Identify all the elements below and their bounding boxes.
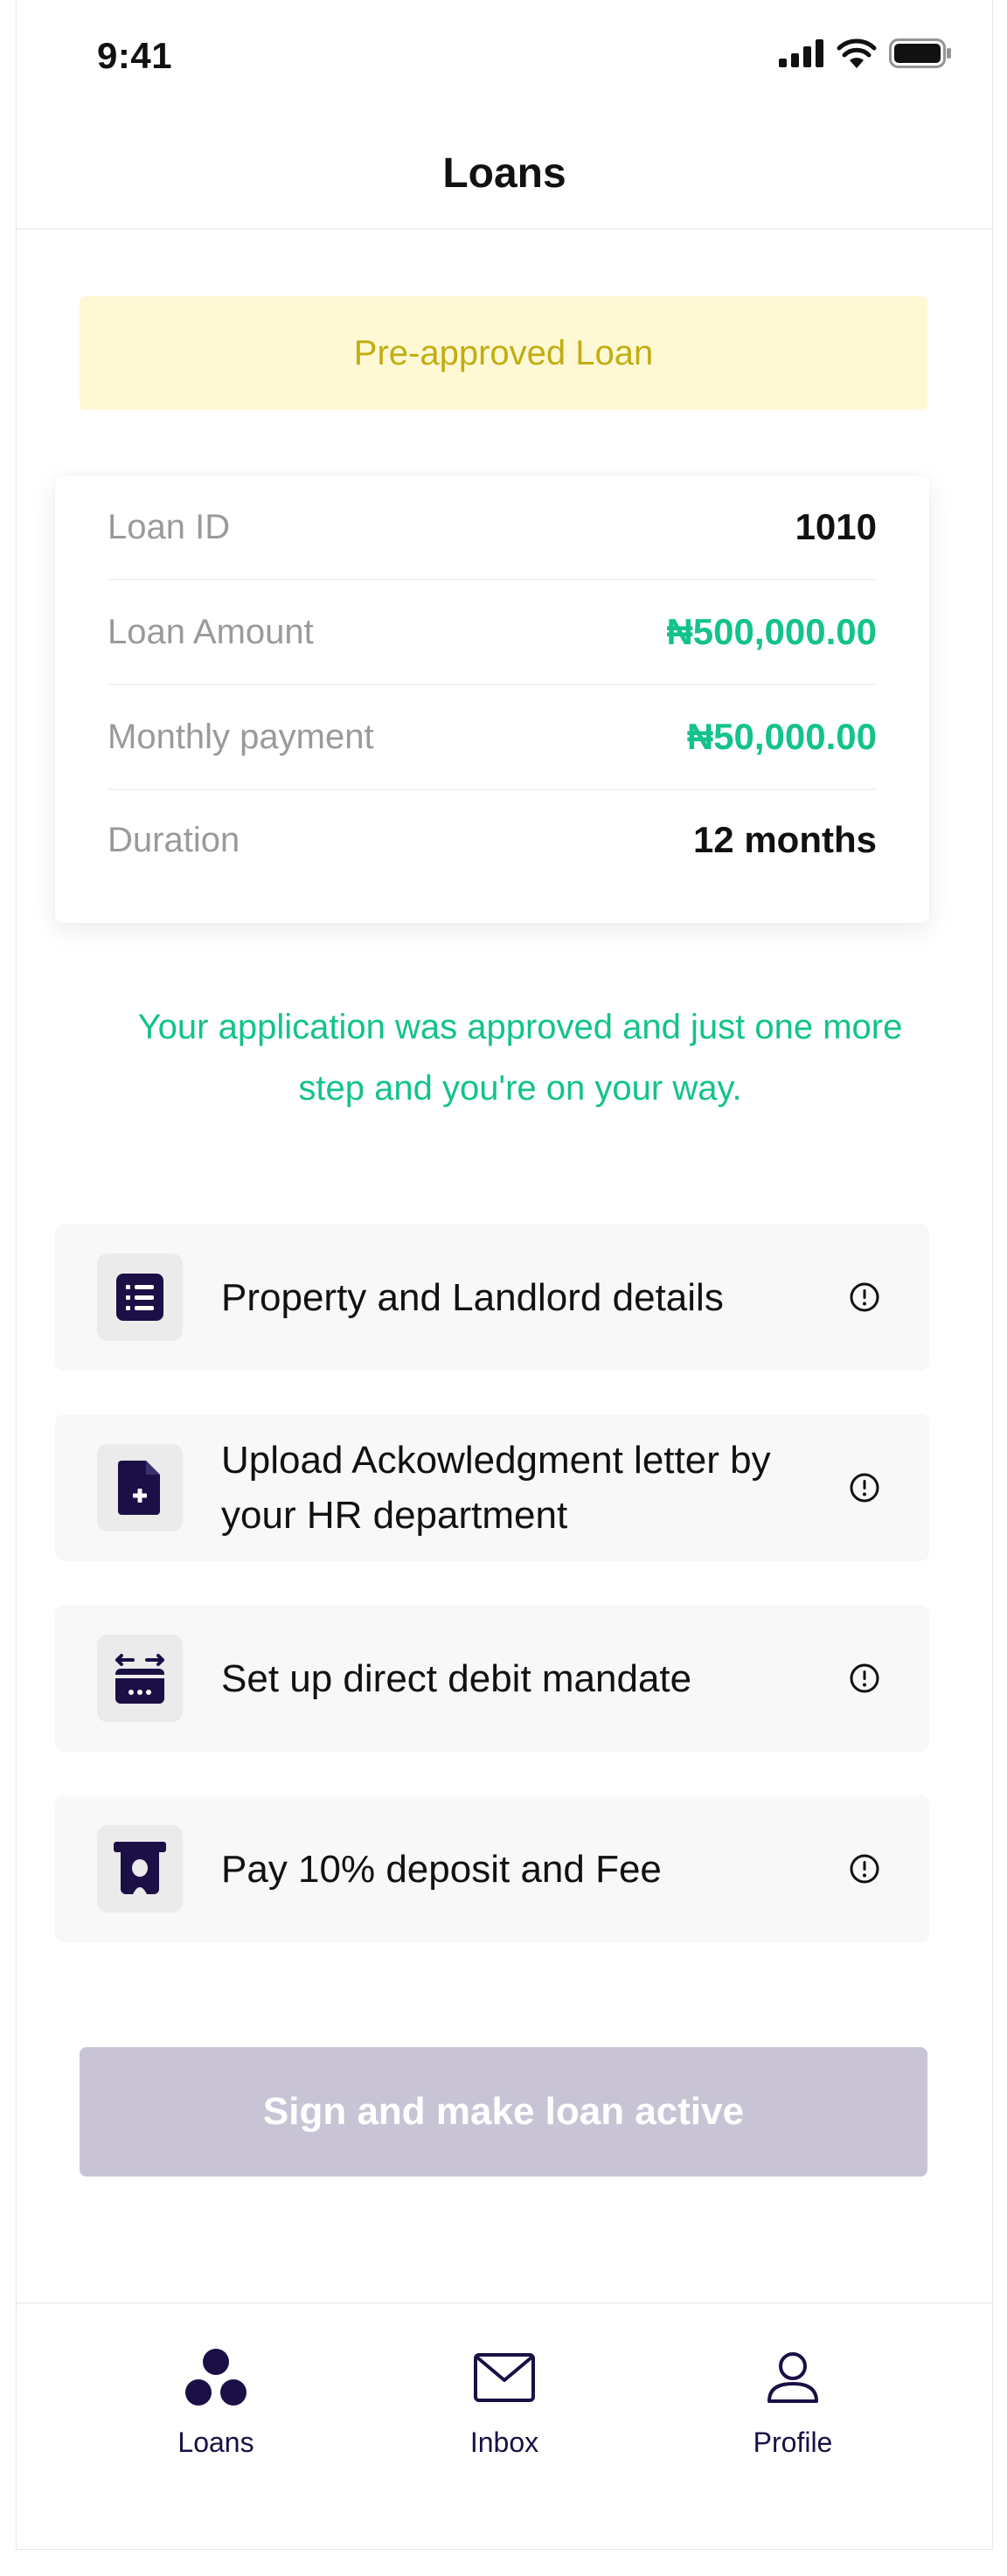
calendar-transfer-icon	[115, 1654, 164, 1704]
status-icons	[779, 38, 952, 68]
sign-loan-button[interactable]: Sign and make loan active	[80, 2047, 927, 2177]
user-icon	[767, 2352, 818, 2403]
detail-row-monthly-payment: Monthly payment ₦50,000.00	[108, 685, 877, 790]
tab-bar: Loans Inbox Profile	[17, 2302, 992, 2549]
detail-label: Monthly payment	[108, 717, 374, 756]
status-time: 9:41	[97, 35, 173, 76]
info-alert-icon[interactable]	[849, 1853, 880, 1885]
info-alert-icon[interactable]	[849, 1663, 880, 1694]
status-bar: 9:41	[17, 0, 992, 118]
step-icon-box	[97, 1444, 183, 1531]
signal-icon	[779, 39, 823, 67]
step-icon-box	[97, 1635, 183, 1722]
step-direct-debit[interactable]: Set up direct debit mandate	[55, 1605, 929, 1752]
detail-value: 12 months	[692, 819, 877, 860]
step-label: Property and Landlord details	[221, 1275, 724, 1319]
step-label: Set up direct debit mandate	[221, 1656, 692, 1700]
list-document-icon	[116, 1274, 163, 1321]
loans-icon	[185, 2349, 247, 2406]
detail-label: Duration	[108, 820, 240, 859]
atm-cash-icon	[114, 1842, 166, 1894]
detail-value: ₦500,000.00	[666, 611, 877, 652]
info-alert-icon[interactable]	[849, 1472, 880, 1503]
step-property-landlord[interactable]: Property and Landlord details	[55, 1224, 929, 1371]
step-upload-hr-letter[interactable]: Upload Ackowledgment letter by your HR d…	[55, 1414, 929, 1561]
info-alert-icon[interactable]	[849, 1281, 880, 1313]
detail-value: ₦50,000.00	[686, 716, 877, 757]
wifi-icon	[837, 38, 877, 68]
tab-icon-wrap	[473, 2344, 536, 2411]
tab-label: Loans	[177, 2427, 254, 2458]
pre-approved-banner: Pre-approved Loan	[80, 296, 927, 410]
tab-label: Profile	[753, 2427, 833, 2458]
tab-loans[interactable]: Loans	[102, 2304, 330, 2479]
loan-details-card: Loan ID 1010 Loan Amount ₦500,000.00 Mon…	[55, 476, 929, 923]
nav-header: Loans	[17, 118, 992, 230]
approval-message: Your application was approved and just o…	[137, 1008, 903, 1107]
step-label: Pay 10% deposit and Fee	[221, 1847, 662, 1891]
step-icon-box	[97, 1825, 183, 1913]
detail-row-duration: Duration 12 months	[108, 788, 877, 892]
step-icon-box	[97, 1253, 183, 1341]
phone-screen: 9:41 Loans Pre-approved Loan Loan ID 101…	[16, 0, 993, 2550]
detail-row-loan-id: Loan ID 1010	[108, 476, 877, 580]
battery-icon	[889, 38, 951, 68]
detail-value: 1010	[795, 506, 877, 547]
step-label: Upload Ackowledgment letter by your HR d…	[221, 1439, 771, 1537]
detail-label: Loan ID	[108, 507, 231, 546]
tab-icon-wrap	[766, 2344, 820, 2411]
detail-row-loan-amount: Loan Amount ₦500,000.00	[108, 580, 877, 685]
detail-label: Loan Amount	[108, 612, 314, 651]
tab-label: Inbox	[469, 2427, 539, 2458]
tab-icon-wrap	[184, 2344, 247, 2411]
tab-inbox[interactable]: Inbox	[391, 2304, 618, 2479]
page-title: Loans	[442, 149, 566, 197]
step-pay-deposit[interactable]: Pay 10% deposit and Fee	[55, 1795, 929, 1942]
mail-icon	[474, 2353, 535, 2402]
tab-profile[interactable]: Profile	[679, 2304, 906, 2479]
file-add-icon	[118, 1461, 160, 1515]
